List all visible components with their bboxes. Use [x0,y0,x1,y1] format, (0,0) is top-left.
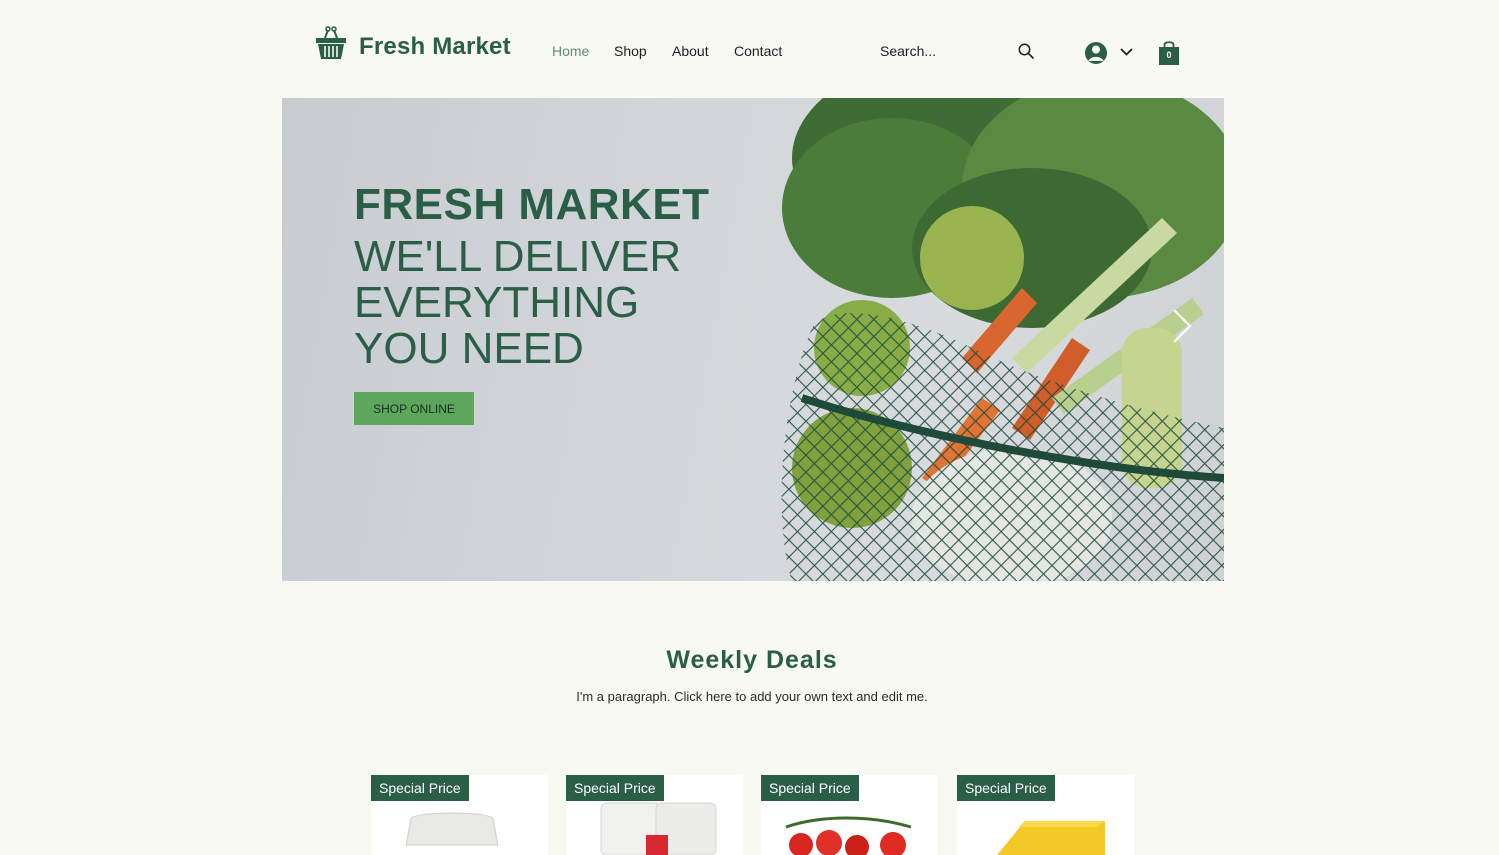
cart-button[interactable]: 0 [1158,39,1180,66]
hero-subtitle-line: EVERYTHING [354,278,640,327]
search-icon[interactable] [1018,43,1034,59]
product-card[interactable]: Special Price [371,775,548,855]
weekly-deals-heading: Weekly Deals [666,646,838,674]
special-price-badge: Special Price [761,775,859,801]
product-card[interactable]: Special Price [761,775,938,855]
cart-count-badge: 0 [1166,50,1172,60]
special-price-badge: Special Price [957,775,1055,801]
shop-online-button[interactable]: SHOP ONLINE [354,392,474,425]
nav-item-contact[interactable]: Contact [734,43,782,59]
hero-subtitle-line: WE'LL DELIVER [354,232,682,281]
toilet-paper-image [600,802,717,855]
nav-item-shop[interactable]: Shop [614,43,647,59]
hero-title: FRESH MARKET [354,180,710,229]
egg-carton-image [405,812,499,846]
product-card[interactable]: Special Price [566,775,743,855]
product-card[interactable]: Special Price [957,775,1134,855]
site-logo-text[interactable]: Fresh Market [359,33,511,61]
chevron-right-icon[interactable] [1170,306,1194,346]
tomatoes-image [785,816,912,855]
hero-subtitle: WE'LL DELIVER EVERYTHING YOU NEED [354,234,681,372]
special-price-badge: Special Price [566,775,664,801]
basket-icon[interactable] [315,26,347,60]
hero-subtitle-line: YOU NEED [354,324,584,373]
nav-item-home[interactable]: Home [552,43,589,59]
weekly-deals-paragraph: I'm a paragraph. Click here to add your … [576,689,928,704]
cheese-image [997,821,1105,855]
hero-slideshow: FRESH MARKET WE'LL DELIVER EVERYTHING YO… [282,98,1224,581]
site-header: Fresh Market Home Shop About Contact 0 [0,0,1499,98]
nav-item-about[interactable]: About [672,43,709,59]
special-price-badge: Special Price [371,775,469,801]
user-avatar-icon [1085,42,1133,64]
vegetable-bag-image [781,98,1224,581]
account-menu[interactable] [1084,40,1136,66]
